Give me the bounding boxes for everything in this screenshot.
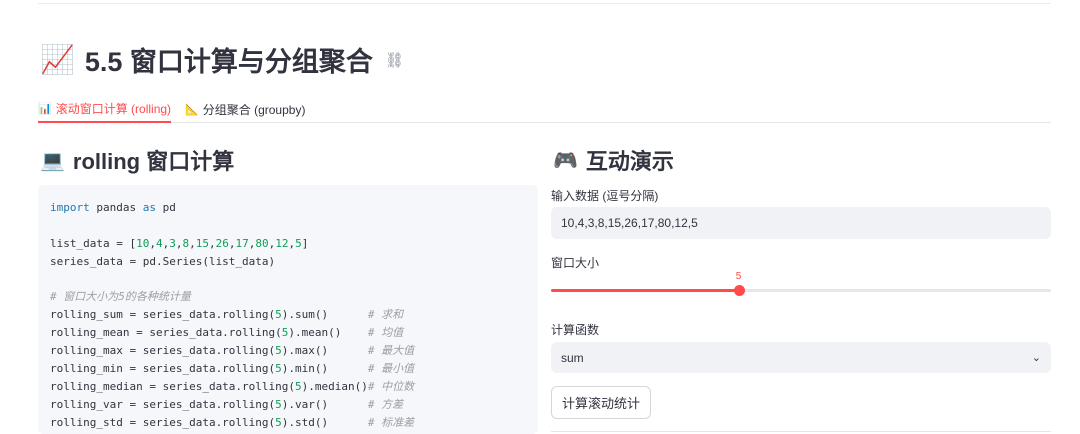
window-size-slider[interactable]: 5	[551, 270, 1051, 300]
page-title-text: 5.5 窗口计算与分组聚合	[84, 47, 373, 77]
code-line: rolling_min = series_data.rolling(5).min…	[50, 362, 415, 376]
slider-thumb[interactable]	[733, 285, 745, 296]
tab-rolling-label: 滚动窗口计算 (rolling)	[55, 102, 172, 116]
tab-groupby[interactable]: 📐 分组聚合 (groupby)	[185, 88, 305, 123]
code-line: ​	[50, 217, 526, 235]
bar-chart-icon: 📊	[38, 103, 52, 115]
data-input-label: 输入数据 (逗号分隔)	[551, 189, 659, 203]
page-title: 📈 5.5 窗口计算与分组聚合 ⛓	[40, 40, 404, 79]
code-line: rolling_median = series_data.rolling(5).…	[50, 379, 415, 393]
code-line: list_data = [10,4,3,8,15,26,17,80,12,5]	[50, 236, 309, 250]
code-line: rolling_var = series_data.rolling(5).var…	[50, 397, 404, 411]
code-line: series_data = pd.Series(list_data)	[50, 254, 276, 268]
code-line: rolling_max = series_data.rolling(5).max…	[50, 344, 415, 358]
function-select[interactable]: sum ⌄	[551, 342, 1051, 373]
code-line: rolling_sum = series_data.rolling(5).sum…	[50, 308, 404, 322]
code-line: rolling_std = series_data.rolling(5).std…	[50, 415, 415, 429]
tab-groupby-label: 分组聚合 (groupby)	[202, 103, 306, 117]
code-line: # 窗口大小为5的各种统计量	[50, 290, 191, 304]
rolling-section-title-text: rolling 窗口计算	[72, 149, 235, 174]
tab-rolling[interactable]: 📊 滚动窗口计算 (rolling)	[38, 88, 172, 123]
demo-section-title-text: 互动演示	[585, 149, 674, 174]
code-line: import pandas as pd	[50, 201, 176, 214]
window-size-label: 窗口大小	[551, 256, 600, 270]
code-block: import pandas as pd​list_data = [10,4,3,…	[38, 185, 538, 434]
top-divider	[38, 3, 1051, 4]
laptop-icon: 💻	[40, 149, 65, 172]
link-icon[interactable]: ⛓	[385, 51, 404, 69]
slider-fill	[551, 289, 739, 292]
chevron-down-icon: ⌄	[1031, 352, 1041, 364]
function-select-value: sum	[561, 350, 584, 365]
game-controller-icon: 🎮	[553, 149, 578, 172]
function-label: 计算函数	[551, 323, 600, 337]
data-input[interactable]: 10,4,3,8,15,26,17,80,12,5	[551, 207, 1051, 239]
chart-increasing-icon: 📈	[40, 44, 75, 75]
slider-value: 5	[735, 271, 742, 282]
tab-bar: 📊 滚动窗口计算 (rolling) 📐 分组聚合 (groupby)	[38, 88, 1051, 123]
code-line: rolling_mean = series_data.rolling(5).me…	[50, 326, 404, 340]
compute-rolling-button[interactable]: 计算滚动统计	[551, 386, 652, 419]
triangular-ruler-icon: 📐	[185, 104, 199, 116]
demo-section-title: 🎮 互动演示	[553, 144, 674, 176]
code-line: ​	[50, 271, 526, 289]
rolling-section-title: 💻 rolling 窗口计算	[40, 144, 234, 176]
